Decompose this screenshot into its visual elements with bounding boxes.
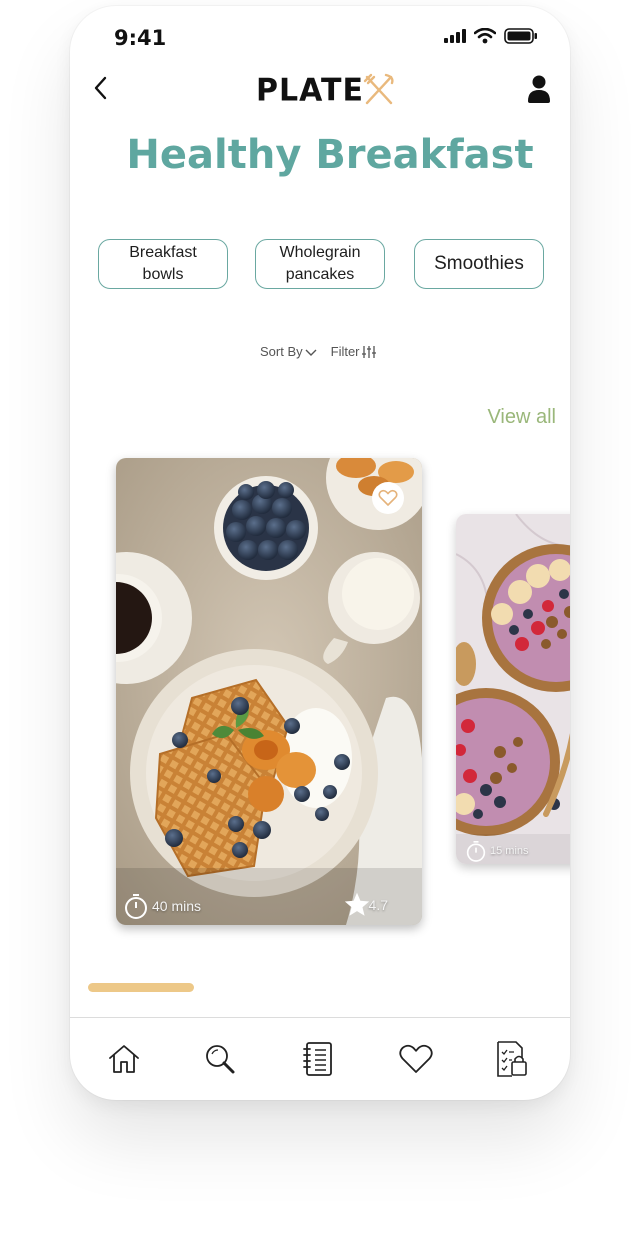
filter-label: Filter bbox=[330, 344, 360, 359]
chip-label-line: Breakfast bbox=[129, 243, 197, 261]
chip-smoothies[interactable]: Smoothies bbox=[414, 239, 544, 289]
rating: 4.7 bbox=[343, 891, 388, 919]
stopwatch-icon bbox=[125, 894, 147, 919]
view-all-link[interactable]: View all bbox=[487, 406, 556, 429]
chevron-down-icon bbox=[305, 349, 317, 356]
nav-favorites[interactable] bbox=[396, 1039, 436, 1079]
sort-by-label: Sort By bbox=[260, 344, 303, 359]
user-icon bbox=[528, 75, 550, 103]
chevron-left-icon bbox=[94, 76, 107, 100]
page-title: Healthy Breakfast bbox=[126, 132, 534, 178]
recipe-book-icon bbox=[303, 1042, 332, 1076]
cellular-signal-icon bbox=[444, 29, 466, 43]
home-icon bbox=[109, 1045, 139, 1073]
carousel-indicator bbox=[88, 983, 194, 992]
heart-outline-icon bbox=[378, 489, 398, 506]
cook-time: 40 mins bbox=[124, 893, 201, 919]
nav-divider bbox=[70, 1017, 570, 1018]
nav-home[interactable] bbox=[104, 1039, 144, 1079]
wifi-icon bbox=[474, 28, 496, 44]
favorite-button[interactable] bbox=[372, 482, 404, 514]
chip-label-line: pancakes bbox=[285, 266, 355, 283]
cook-time: 15 mins bbox=[466, 840, 529, 862]
battery-icon bbox=[504, 28, 537, 44]
heart-icon bbox=[399, 1044, 433, 1073]
chip-label-line: Smoothies bbox=[434, 252, 524, 274]
nav-search[interactable] bbox=[200, 1039, 240, 1079]
sort-filter-row: Sort By Filter bbox=[260, 344, 376, 359]
recipe-card-smoothie-bowls[interactable]: 15 mins bbox=[456, 514, 570, 864]
sort-by-button[interactable]: Sort By bbox=[260, 344, 317, 359]
cook-time-label: 40 mins bbox=[152, 898, 202, 914]
search-icon bbox=[206, 1045, 235, 1074]
stopwatch-icon bbox=[466, 841, 486, 862]
profile-button[interactable] bbox=[526, 74, 552, 104]
crossed-fork-knife-icon bbox=[363, 73, 394, 105]
logo-wordmark: PLATE bbox=[256, 71, 364, 109]
star-icon bbox=[344, 892, 369, 916]
filter-button[interactable]: Filter bbox=[331, 344, 376, 359]
chip-label-line: Wholegrain bbox=[279, 243, 361, 261]
status-time: 9:41 bbox=[114, 26, 167, 50]
smoothie-bowls-photo bbox=[456, 514, 570, 864]
chip-label-line: bowls bbox=[142, 266, 184, 283]
nav-shopping-list[interactable] bbox=[492, 1039, 532, 1079]
chip-breakfast-bowls[interactable]: Breakfast bowls bbox=[98, 239, 228, 289]
phone-screen: 9:41 PLATE Healthy Breakfast Breakfast b… bbox=[70, 6, 570, 1100]
back-button[interactable] bbox=[88, 72, 114, 104]
rating-value: 4.7 bbox=[368, 897, 388, 913]
sliders-icon bbox=[361, 345, 376, 358]
cook-time-label: 15 mins bbox=[490, 845, 529, 857]
recipe-card-waffles[interactable]: 40 mins 4.7 bbox=[116, 458, 422, 925]
waffles-photo bbox=[116, 458, 422, 925]
app-logo: PLATE bbox=[256, 70, 396, 110]
nav-recipes[interactable] bbox=[298, 1039, 338, 1079]
status-icons bbox=[444, 28, 538, 44]
shopping-list-icon bbox=[497, 1041, 527, 1077]
chip-wholegrain-pancakes[interactable]: Wholegrain pancakes bbox=[255, 239, 385, 289]
